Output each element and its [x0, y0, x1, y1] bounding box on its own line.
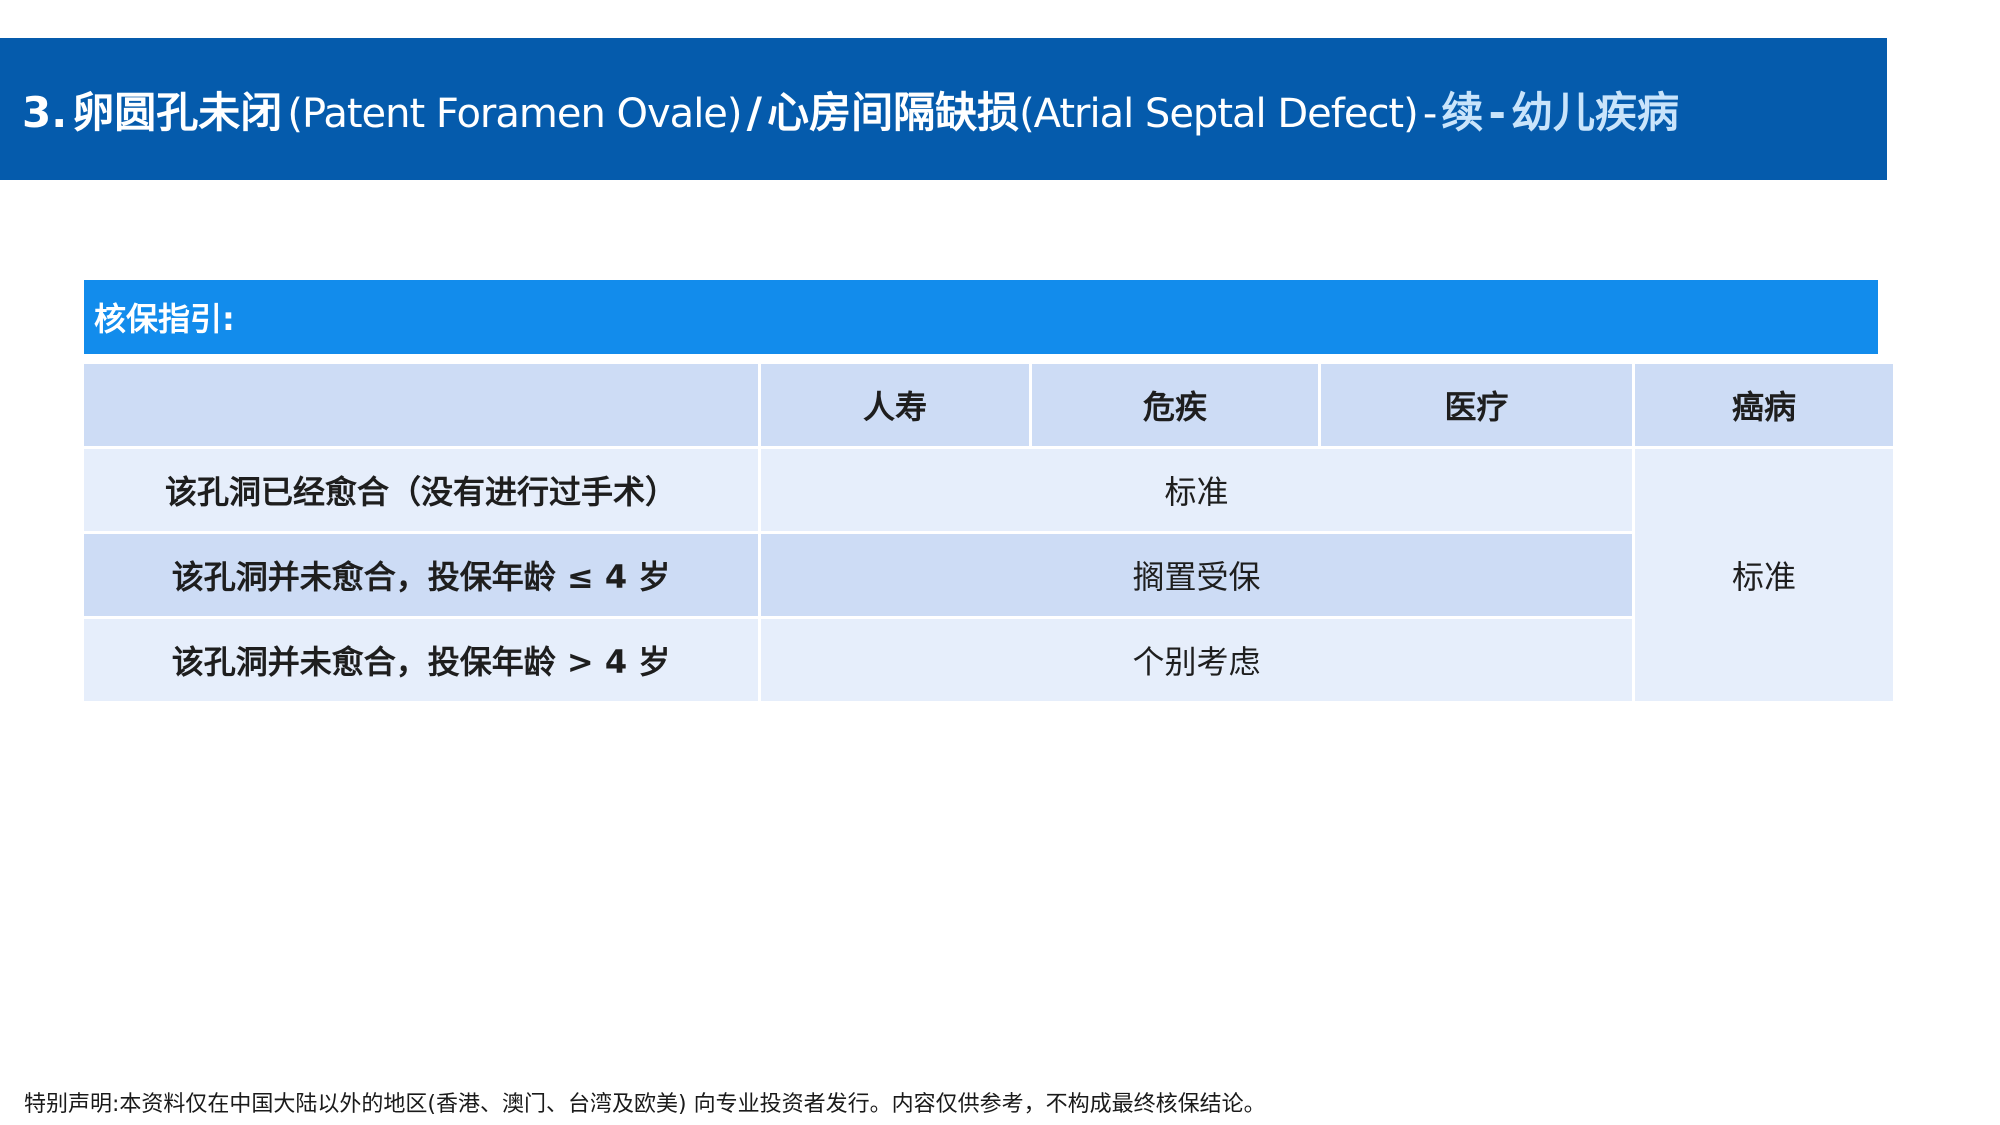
table-row: 该孔洞并未愈合，投保年龄 ≤ 4 岁 搁置受保 — [84, 534, 1893, 616]
row-value: 搁置受保 — [761, 534, 1632, 616]
underwriting-table: 人寿 危疾 医疗 癌病 该孔洞已经愈合（没有进行过手术） 标准 标准 该孔洞并未… — [81, 361, 1896, 704]
cancer-value: 标准 — [1635, 449, 1893, 701]
column-header-cancer: 癌病 — [1635, 364, 1893, 446]
column-header-critical-illness: 危疾 — [1032, 364, 1318, 446]
column-header-life: 人寿 — [761, 364, 1029, 446]
row-value: 个别考虑 — [761, 619, 1632, 701]
title-dash-2: - — [1488, 87, 1506, 137]
row-label: 该孔洞并未愈合，投保年龄 > 4 岁 — [84, 619, 758, 701]
row-label: 该孔洞已经愈合（没有进行过手术） — [84, 449, 758, 531]
title-number: 3. — [22, 87, 68, 137]
table-row: 该孔洞已经愈合（没有进行过手术） 标准 标准 — [84, 449, 1893, 701]
row-label: 该孔洞并未愈合，投保年龄 ≤ 4 岁 — [84, 534, 758, 616]
title-dash-1: - — [1422, 90, 1437, 137]
title-category: 幼儿疾病 — [1511, 87, 1680, 137]
title-continued: 续 — [1441, 87, 1484, 137]
title-separator: / — [746, 87, 762, 137]
guide-heading: 核保指引: — [84, 280, 1878, 354]
title-zh-asd: 心房间隔缺损 — [767, 87, 1020, 137]
table-row: 该孔洞并未愈合，投保年龄 > 4 岁 个别考虑 — [84, 619, 1893, 701]
disclaimer: 特别声明:本资料仅在中国大陆以外的地区(香港、澳门、台湾及欧美) 向专业投资者发… — [24, 1092, 1266, 1117]
slide: 3. 卵圆孔未闭 (Patent Foramen Ovale) / 心房间隔缺损… — [0, 0, 2000, 1125]
title-en-pfo: (Patent Foramen Ovale) — [287, 90, 742, 137]
title-bar: 3. 卵圆孔未闭 (Patent Foramen Ovale) / 心房间隔缺损… — [0, 38, 1887, 180]
table-header-row: 人寿 危疾 医疗 癌病 — [84, 364, 1893, 446]
page-title: 3. 卵圆孔未闭 (Patent Foramen Ovale) / 心房间隔缺损… — [22, 79, 1679, 140]
title-zh-pfo: 卵圆孔未闭 — [72, 87, 283, 137]
title-en-asd: (Atrial Septal Defect) — [1019, 90, 1419, 137]
column-header-medical: 医疗 — [1321, 364, 1632, 446]
column-header-blank — [84, 364, 758, 446]
row-value: 标准 — [761, 449, 1632, 531]
